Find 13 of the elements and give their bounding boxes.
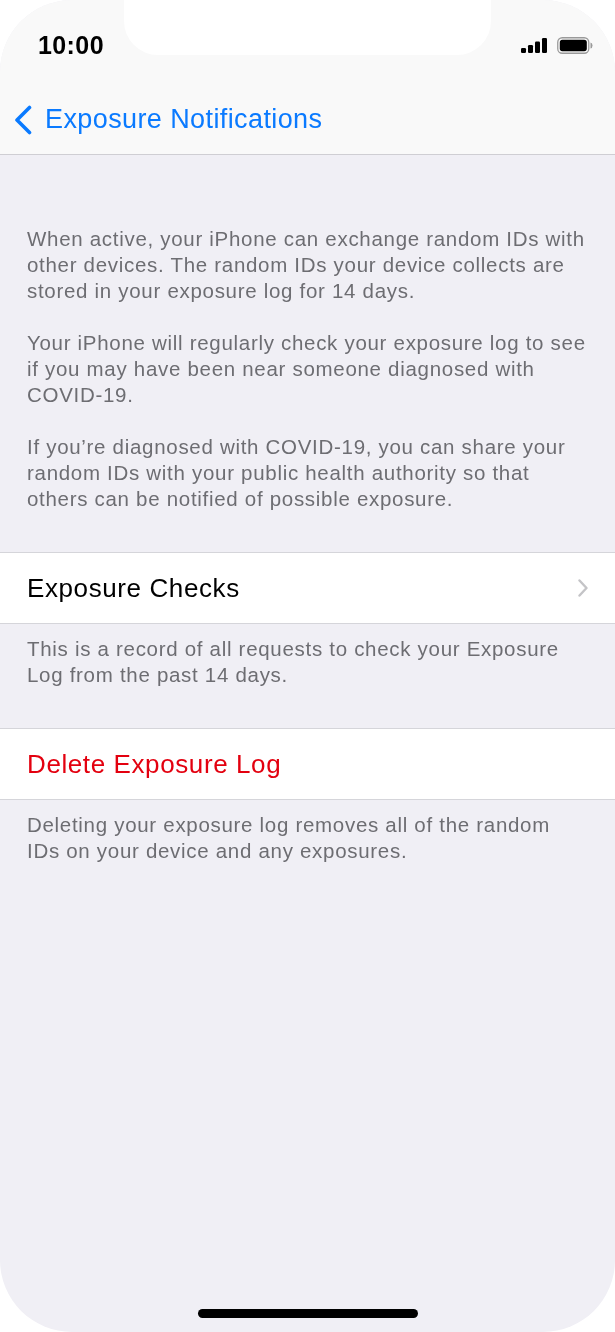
- footer-text: Deleting your exposure log removes all of the random IDs on your device and any exposures.: [26, 812, 551, 864]
- status-time: 10:00: [38, 31, 104, 59]
- back-button[interactable]: Exposure Notifications: [14, 104, 323, 135]
- chevron-left-icon: [14, 104, 32, 135]
- description-text: When active, your iPhone can exchange random IDs with other devices. The random IDs your device collects are stored in your exposure log for 14 days.: [27, 226, 586, 304]
- chevron-right-icon: [578, 579, 588, 597]
- signal-icon: [521, 38, 547, 53]
- settings-row[interactable]: Exposure Checks: [0, 552, 615, 624]
- footer-text: This is a record of all requests to check your Exposure Log from the past 14 days.: [26, 636, 560, 688]
- description-text: If you’re diagnosed with COVID-19, you can share your random IDs with your public health authority so that others can be notified of possible exposure.: [27, 434, 567, 512]
- battery-icon: [557, 37, 593, 54]
- description-text: Your iPhone will regularly check your exposure log to see if you may have been near someone diagnosed with COVID-19.: [27, 330, 587, 408]
- delete-button[interactable]: Delete Exposure Log: [0, 728, 615, 800]
